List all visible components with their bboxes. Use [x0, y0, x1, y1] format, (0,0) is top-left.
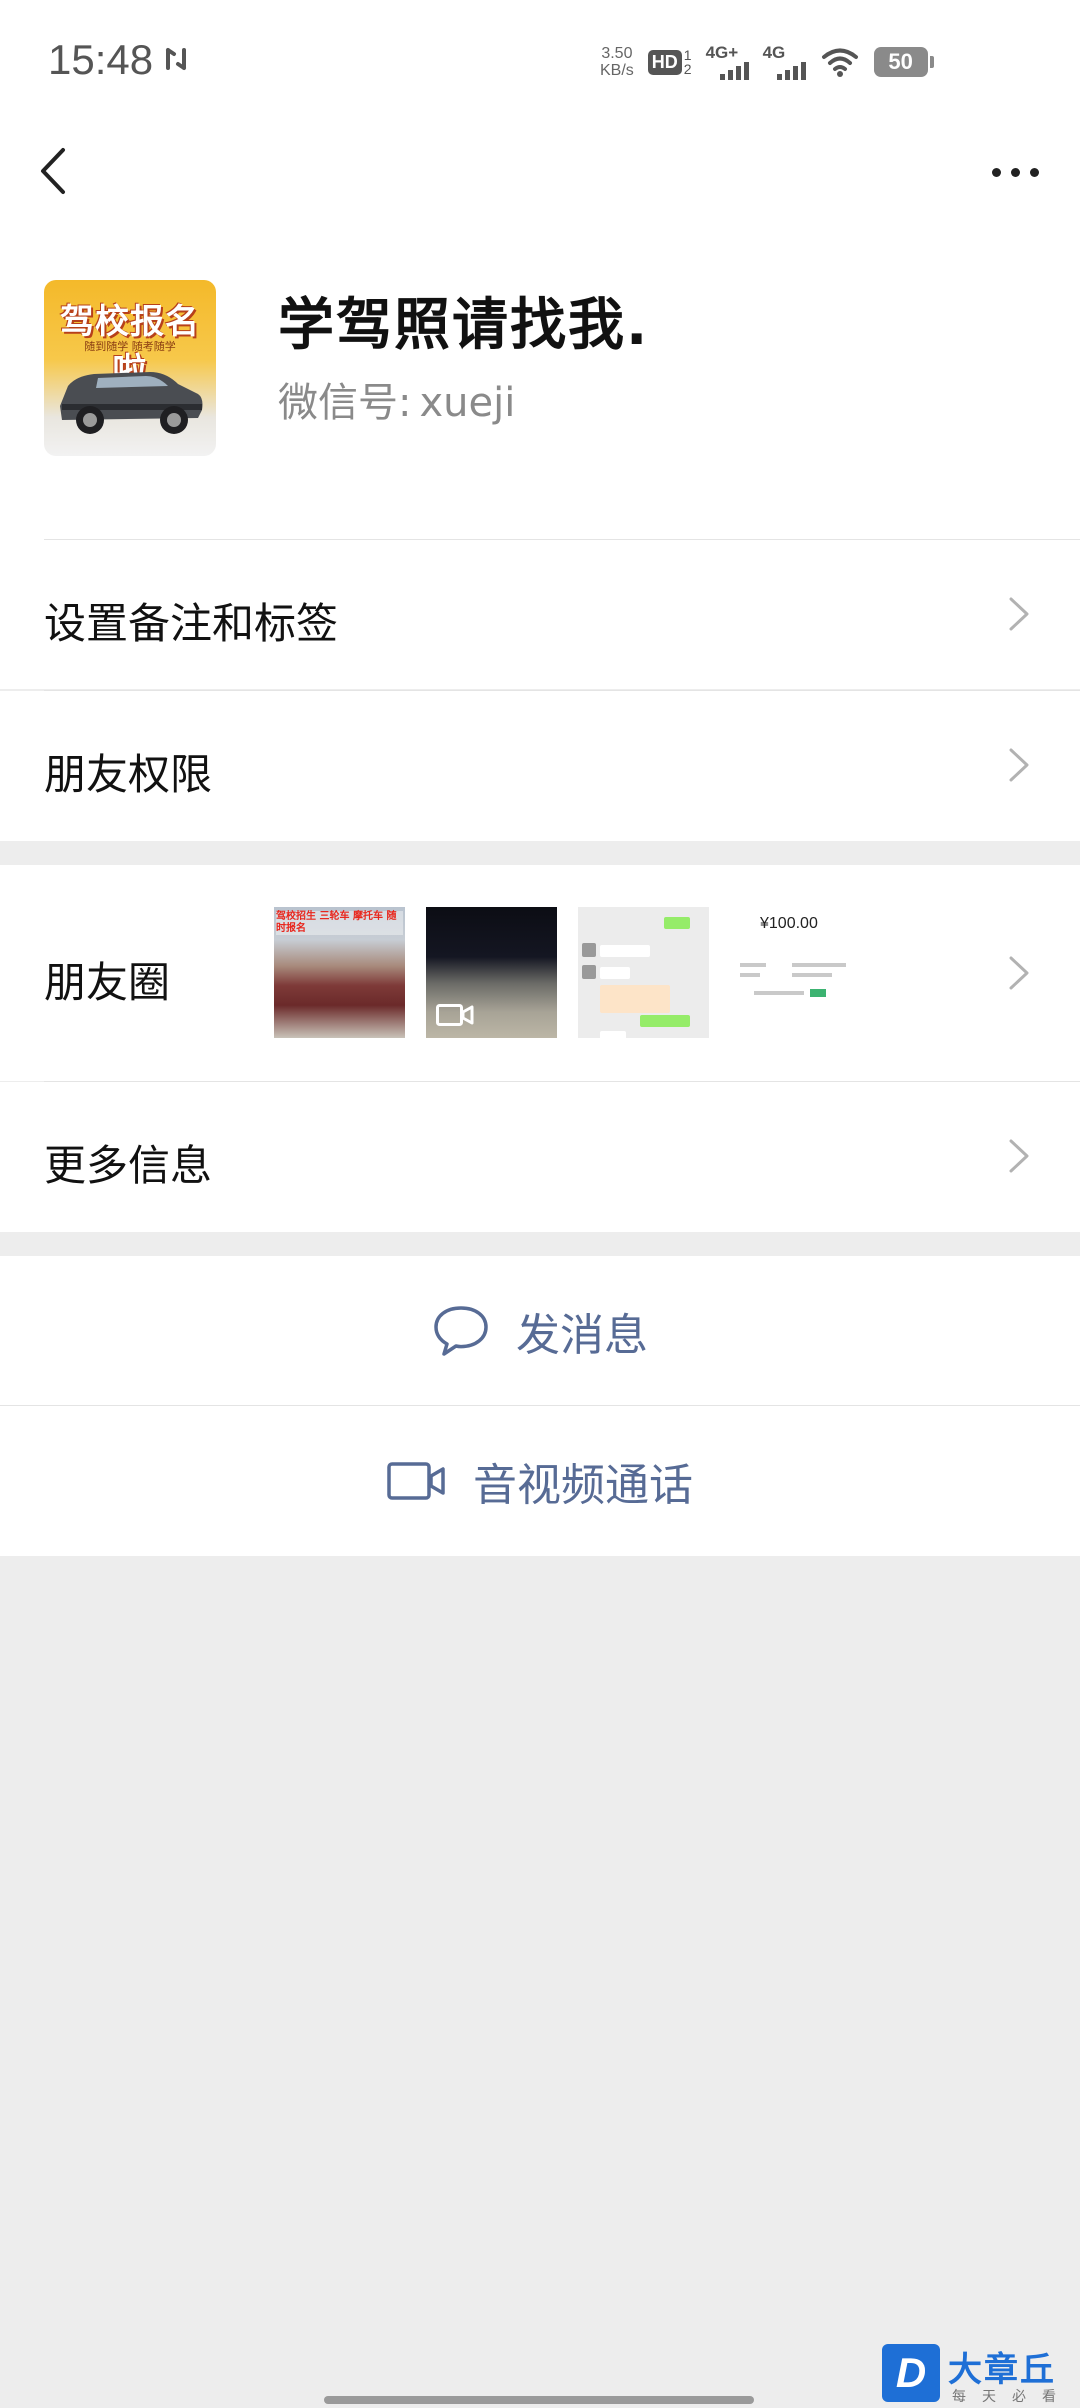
- moments-thumbnail: 驾校招生 三轮车 摩托车 随时报名: [274, 907, 405, 1038]
- friend-permissions-row[interactable]: 朋友权限: [0, 691, 1080, 841]
- avatar[interactable]: 驾校报名啦 随到随学 随考随学: [44, 280, 216, 456]
- sim1-type: 4G+: [705, 43, 739, 62]
- sync-icon: [166, 48, 186, 70]
- moments-thumbnail: [578, 907, 709, 1038]
- watermark-logo-icon: D: [882, 2344, 940, 2402]
- home-indicator[interactable]: [324, 2396, 754, 2404]
- watermark-name: 大章丘: [948, 2350, 1056, 2390]
- sim2-type: 4G: [762, 43, 786, 62]
- wechat-id-label: 微信号:: [278, 380, 412, 426]
- chevron-left-icon: [41, 148, 65, 194]
- more-dots-icon: [1010, 167, 1020, 177]
- moments-thumbnail: ¥100.00: [730, 907, 861, 1038]
- more-info-label: 更多信息: [44, 1141, 213, 1190]
- net-speed: 3.50 KB/s: [600, 45, 634, 79]
- car-image: [60, 372, 203, 434]
- status-bar: 15:48 3.50 KB/s HD 1 2 4G+ 4G 50: [0, 0, 1080, 125]
- wechat-id: 微信号: xueji: [278, 370, 515, 428]
- battery-level: 50: [888, 49, 913, 74]
- nav-bar: [0, 125, 1080, 220]
- hd-sim-top: 1: [683, 47, 692, 63]
- wechat-id-value[interactable]: xueji: [419, 380, 515, 426]
- chevron-right-icon: [1009, 748, 1029, 782]
- battery-icon: 50: [873, 47, 934, 77]
- signal-icon-sim2: 4G: [763, 44, 806, 80]
- more-dots-icon: [991, 167, 1001, 177]
- watermark-slogan: 每天必看: [952, 2389, 1072, 2405]
- chat-bubble-icon: [434, 1305, 488, 1356]
- profile-header: 驾校报名啦 随到随学 随考随学 学驾照请找我. 微信号: xueji: [0, 220, 1080, 540]
- video-call-button[interactable]: 音视频通话: [0, 1406, 1080, 1556]
- moments-label: 朋友圈: [44, 958, 171, 1007]
- moments-thumbnails: 驾校招生 三轮车 摩托车 随时报名 ¥100.00: [274, 907, 861, 1038]
- chevron-right-icon: [1009, 1139, 1029, 1173]
- thumbnail-amount: ¥100.00: [760, 915, 818, 932]
- hd-badge: HD 1 2: [647, 47, 692, 77]
- net-speed-unit: KB/s: [600, 62, 634, 79]
- video-call-label: 音视频通话: [473, 1460, 693, 1511]
- display-name: 学驾照请找我.: [278, 293, 650, 358]
- remark-tags-label: 设置备注和标签: [44, 599, 339, 648]
- signal-bars-icon: [776, 62, 806, 80]
- status-time: 15:48: [48, 36, 154, 83]
- signal-icon-sim1: 4G+: [706, 44, 749, 80]
- send-message-button[interactable]: 发消息: [0, 1256, 1080, 1405]
- status-indicators: 3.50 KB/s HD 1 2 4G+ 4G 50: [600, 40, 934, 84]
- remark-tags-row[interactable]: 设置备注和标签: [0, 540, 1080, 689]
- back-button[interactable]: [28, 143, 78, 199]
- friend-permissions-label: 朋友权限: [44, 750, 213, 799]
- chevron-right-icon: [1009, 597, 1029, 631]
- thumbnail-caption: 驾校招生 三轮车 摩托车 随时报名: [276, 911, 403, 935]
- more-info-row[interactable]: 更多信息: [0, 1082, 1080, 1232]
- send-message-label: 发消息: [516, 1309, 648, 1361]
- wifi-icon: [821, 48, 858, 77]
- signal-bars-icon: [719, 62, 749, 80]
- net-speed-value: 3.50: [601, 45, 633, 62]
- more-button[interactable]: [980, 147, 1050, 197]
- hd-label: HD: [647, 49, 682, 75]
- watermark-logo: D 大章丘 每天必看: [882, 2342, 1074, 2405]
- video-camera-icon: [387, 1462, 445, 1500]
- moments-row[interactable]: 朋友圈 驾校招生 三轮车 摩托车 随时报名 ¥100.00: [0, 865, 1080, 1081]
- chevron-right-icon: [1009, 956, 1029, 990]
- moments-thumbnail-video: [426, 907, 557, 1038]
- video-icon: [436, 1004, 474, 1026]
- more-dots-icon: [1029, 167, 1039, 177]
- hd-sim-bottom: 2: [683, 61, 692, 77]
